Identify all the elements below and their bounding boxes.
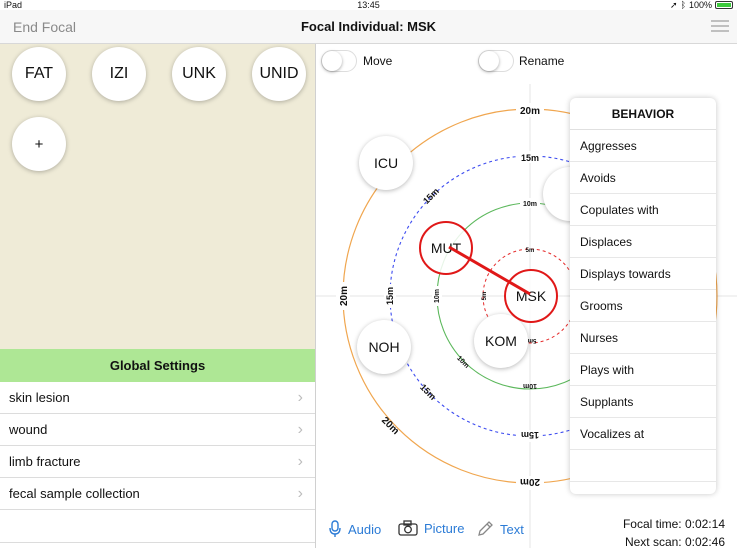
- next-scan-time: Next scan: 0:02:46: [624, 535, 725, 548]
- battery-icon: [715, 1, 733, 9]
- chevron-right-icon: ›: [297, 421, 303, 438]
- ring-label-20m-lower-left: 20m: [379, 415, 401, 437]
- settings-item-limb-fracture[interactable]: limb fracture ›: [0, 446, 315, 478]
- ring-label-20m-top: 20m: [520, 106, 540, 117]
- node-mut[interactable]: MUT: [419, 221, 473, 275]
- page-title: Focal Individual: MSK: [300, 19, 437, 34]
- behavior-item-plays-with[interactable]: Plays with: [570, 354, 716, 386]
- ring-label-15m-upper-left: 15m: [421, 186, 441, 206]
- individual-button-unk[interactable]: UNK: [172, 47, 226, 101]
- left-panel: FAT IZI UNK UNID + Global Settings skin …: [0, 44, 315, 548]
- individual-button-izi[interactable]: IZI: [92, 47, 146, 101]
- battery-percent: 100%: [688, 0, 712, 10]
- add-individual-button[interactable]: +: [12, 117, 66, 171]
- ring-label-10m-bottom: 10m: [523, 382, 537, 389]
- picture-label: Picture: [424, 520, 465, 536]
- behavior-item-grooms[interactable]: Grooms: [570, 290, 716, 322]
- app-window: iPad 13:45 ➚ ᛒ 100% End Focal Focal Indi…: [0, 0, 737, 548]
- settings-empty-row: [0, 510, 315, 543]
- location-icon: ➚: [670, 0, 678, 10]
- audio-button[interactable]: Audio: [328, 520, 381, 538]
- audio-label: Audio: [348, 521, 382, 537]
- individuals-area: FAT IZI UNK UNID +: [0, 44, 315, 349]
- ring-label-20m-left: 20m: [339, 286, 350, 306]
- global-settings-list: skin lesion › wound › limb fracture › fe…: [0, 382, 315, 543]
- ring-label-10m-top: 10m: [523, 201, 537, 208]
- status-bar: iPad 13:45 ➚ ᛒ 100%: [0, 0, 737, 10]
- individual-button-fat[interactable]: FAT: [12, 47, 66, 101]
- settings-item-wound[interactable]: wound ›: [0, 414, 315, 446]
- chevron-right-icon: ›: [297, 485, 303, 502]
- node-msk-focal[interactable]: MSK: [504, 269, 558, 323]
- proximity-map-panel: Move Rename 20m 20m 20m 20m 15m 15m 15m …: [315, 44, 737, 548]
- focal-time: Focal time: 0:02:14: [622, 517, 725, 531]
- node-icu[interactable]: ICU: [359, 136, 413, 190]
- camera-icon: [398, 520, 418, 536]
- bluetooth-icon: ᛒ: [680, 0, 686, 10]
- behavior-item-displaces[interactable]: Displaces: [570, 226, 716, 258]
- microphone-icon: [329, 520, 341, 537]
- behavior-title: BEHAVIOR: [570, 98, 716, 130]
- settings-item-label: fecal sample collection: [9, 486, 140, 501]
- behavior-item-aggresses[interactable]: Aggresses: [570, 130, 716, 162]
- behavior-item-vocalizes-at[interactable]: Vocalizes at: [570, 418, 716, 450]
- global-settings-header: Global Settings: [0, 349, 315, 382]
- settings-item-label: skin lesion: [9, 390, 70, 405]
- behavior-item-supplants[interactable]: Supplants: [570, 386, 716, 418]
- behavior-empty-row: [570, 450, 716, 482]
- behavior-item-nurses[interactable]: Nurses: [570, 322, 716, 354]
- pencil-icon: [478, 521, 493, 536]
- behavior-item-displays-towards[interactable]: Displays towards: [570, 258, 716, 290]
- node-noh[interactable]: NOH: [357, 320, 411, 374]
- settings-item-skin-lesion[interactable]: skin lesion ›: [0, 382, 315, 414]
- picture-button[interactable]: Picture: [398, 520, 464, 536]
- behavior-item-avoids[interactable]: Avoids: [570, 162, 716, 194]
- menu-icon[interactable]: [711, 19, 729, 33]
- behavior-popover: BEHAVIOR Aggresses Avoids Copulates with…: [570, 98, 716, 494]
- status-right: ➚ ᛒ 100%: [670, 0, 733, 10]
- ring-label-10m-lower-left: 10m: [455, 355, 470, 370]
- ring-label-5m-bottom: 5m: [528, 337, 537, 343]
- individual-button-unid[interactable]: UNID: [252, 47, 306, 101]
- text-button[interactable]: Text: [476, 520, 524, 538]
- ring-label-20m-bottom: 20m: [520, 476, 540, 487]
- ring-label-10m-left: 10m: [434, 289, 441, 303]
- ring-label-15m-left: 15m: [385, 287, 395, 305]
- ring-label-15m-top: 15m: [521, 153, 539, 163]
- settings-item-label: wound: [9, 422, 48, 437]
- ring-label-5m-left: 5m: [482, 292, 488, 301]
- settings-item-fecal-sample[interactable]: fecal sample collection ›: [0, 478, 315, 510]
- node-kom[interactable]: KOM: [474, 314, 528, 368]
- behavior-item-copulates-with[interactable]: Copulates with: [570, 194, 716, 226]
- ring-label-15m-bottom: 15m: [521, 430, 539, 440]
- settings-item-label: limb fracture: [9, 454, 81, 469]
- navigation-bar: End Focal Focal Individual: MSK: [0, 10, 737, 44]
- ring-label-5m-top: 5m: [526, 248, 535, 254]
- chevron-right-icon: ›: [297, 453, 303, 470]
- chevron-right-icon: ›: [297, 389, 303, 406]
- text-label: Text: [500, 521, 524, 537]
- status-time: 13:45: [357, 0, 380, 10]
